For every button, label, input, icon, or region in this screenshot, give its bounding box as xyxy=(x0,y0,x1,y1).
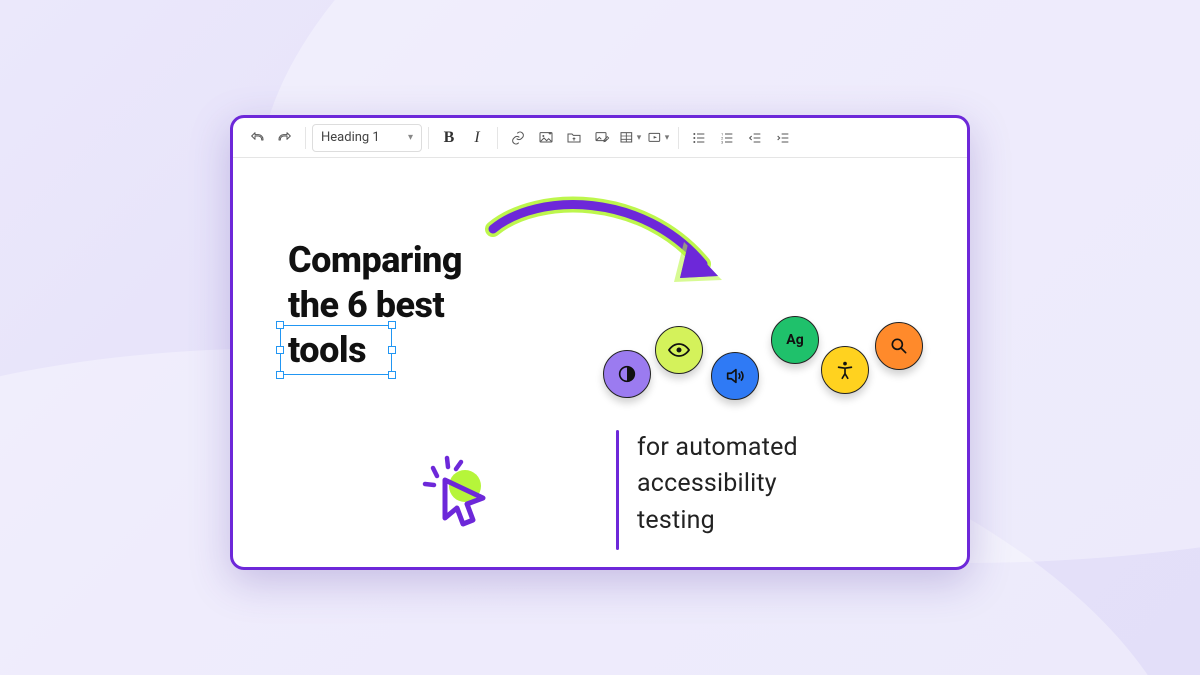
subheading-block: for automated accessibility testing xyxy=(616,430,798,550)
table-icon xyxy=(619,130,635,146)
link-button[interactable] xyxy=(504,124,532,152)
tool-accessibility-icon xyxy=(821,346,869,394)
bold-icon: B xyxy=(444,129,455,147)
paragraph-style-select[interactable]: Heading 1 ▾ xyxy=(312,124,422,152)
subhead-line-3: testing xyxy=(637,503,798,539)
bullet-list-button[interactable] xyxy=(685,124,713,152)
subheading-text[interactable]: for automated accessibility testing xyxy=(637,430,798,539)
indent-button[interactable] xyxy=(769,124,797,152)
numbered-list-button[interactable]: 123 xyxy=(713,124,741,152)
person-icon xyxy=(834,359,856,381)
outdent-icon xyxy=(747,130,763,146)
contrast-icon xyxy=(616,363,638,385)
chevron-down-icon: ▾ xyxy=(637,133,642,143)
selection-handle-tl[interactable] xyxy=(276,321,284,329)
toolbar-history-group xyxy=(239,118,303,157)
tool-vision-icon xyxy=(655,326,703,374)
chevron-down-icon: ▾ xyxy=(665,133,670,143)
numbered-list-icon: 123 xyxy=(719,130,735,146)
speaker-icon xyxy=(724,365,746,387)
insert-table-button[interactable]: ▾ xyxy=(616,124,644,152)
edit-image-button[interactable] xyxy=(588,124,616,152)
bold-button[interactable]: B xyxy=(435,124,463,152)
tool-contrast-icon xyxy=(603,350,651,398)
italic-button[interactable]: I xyxy=(463,124,491,152)
file-manager-button[interactable] xyxy=(560,124,588,152)
ag-icon: Ag xyxy=(786,332,803,348)
tool-search-icon xyxy=(875,322,923,370)
redo-icon xyxy=(277,130,293,146)
editor-window: Heading 1 ▾ B I xyxy=(230,115,970,570)
toolbar-font-group: B I xyxy=(431,118,495,157)
selection-handle-mr[interactable] xyxy=(388,346,396,354)
indent-icon xyxy=(775,130,791,146)
undo-icon xyxy=(249,130,265,146)
italic-icon: I xyxy=(474,129,479,147)
toolbar-insert-group: ▾ ▾ xyxy=(500,118,676,157)
media-icon xyxy=(647,130,663,146)
cursor-decoration xyxy=(413,448,503,538)
toolbar-separator xyxy=(305,127,306,149)
toolbar-separator xyxy=(497,127,498,149)
undo-button[interactable] xyxy=(243,124,271,152)
toolbar-list-group: 123 xyxy=(681,118,801,157)
tool-typography-icon: Ag xyxy=(771,316,819,364)
insert-image-button[interactable] xyxy=(532,124,560,152)
headline-line-1: Comparing xyxy=(288,238,462,283)
headline-text[interactable]: Comparing the 6 best tools xyxy=(288,238,462,373)
insert-media-button[interactable]: ▾ xyxy=(644,124,672,152)
subhead-line-1: for automated xyxy=(637,430,798,466)
redo-button[interactable] xyxy=(271,124,299,152)
page-background: Heading 1 ▾ B I xyxy=(0,0,1200,675)
selection-handle-br[interactable] xyxy=(388,371,396,379)
tool-icon-row: Ag xyxy=(603,308,943,418)
headline-line-3-selection[interactable]: tools xyxy=(288,328,366,373)
selection-handle-ml[interactable] xyxy=(276,346,284,354)
headline-line-2: the 6 best xyxy=(288,283,462,328)
paragraph-style-label: Heading 1 xyxy=(321,130,380,145)
image-icon xyxy=(538,130,554,146)
editor-toolbar: Heading 1 ▾ B I xyxy=(233,118,967,158)
bullet-list-icon xyxy=(691,130,707,146)
headline-line-3: tools xyxy=(288,329,366,371)
arrow-decoration xyxy=(478,184,738,304)
folder-icon xyxy=(566,130,582,146)
accent-rule xyxy=(616,430,619,550)
svg-text:3: 3 xyxy=(721,139,723,144)
toolbar-separator xyxy=(678,127,679,149)
link-icon xyxy=(510,130,526,146)
outdent-button[interactable] xyxy=(741,124,769,152)
editor-canvas[interactable]: Comparing the 6 best tools xyxy=(233,158,967,567)
tool-audio-icon xyxy=(711,352,759,400)
image-edit-icon xyxy=(594,130,610,146)
eye-icon xyxy=(667,338,691,362)
selection-handle-bl[interactable] xyxy=(276,371,284,379)
chevron-down-icon: ▾ xyxy=(408,132,413,143)
toolbar-separator xyxy=(428,127,429,149)
subhead-line-2: accessibility xyxy=(637,466,798,502)
magnifier-icon xyxy=(889,336,909,356)
